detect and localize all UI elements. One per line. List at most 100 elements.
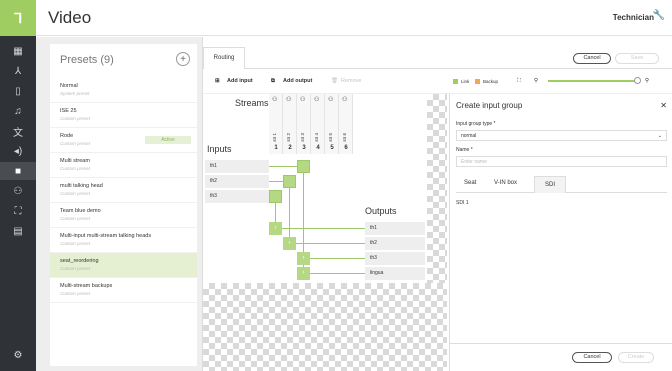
preset-item[interactable]: ISE 25 Custom preset xyxy=(50,103,197,128)
type-label: Input group type * xyxy=(456,121,496,127)
type-value: normal xyxy=(461,133,477,139)
stream-column[interactable]: ⚇ str 3 3 xyxy=(297,94,311,154)
preset-item[interactable]: Multi-input multi-stream talking heads C… xyxy=(50,228,197,253)
users-icon[interactable]: ⚇ xyxy=(0,182,36,200)
input-row-label[interactable]: th2 xyxy=(205,175,269,188)
link-line xyxy=(303,273,365,274)
add-preset-button[interactable]: + xyxy=(176,52,190,66)
type-select[interactable]: normal ⌄ xyxy=(456,130,667,141)
group-icon: ⚇ xyxy=(272,97,278,103)
crosspoint-cell[interactable] xyxy=(297,160,310,173)
logo-icon[interactable]: ᒣ xyxy=(0,0,36,36)
zoom-out-icon[interactable]: ⚲ xyxy=(534,78,538,84)
zoom-slider-handle[interactable] xyxy=(634,77,641,84)
tab-sdi[interactable]: SDI xyxy=(534,176,566,193)
crosspoint-cell[interactable] xyxy=(283,175,296,188)
output-crosspoint-cell[interactable]: › xyxy=(297,252,310,265)
preset-name: Multi-stream backups xyxy=(60,283,113,289)
preset-type: Custom preset xyxy=(60,141,90,146)
preset-item[interactable]: Multi-stream backups Custom preset xyxy=(50,278,197,303)
stream-column[interactable]: ⚇ str 5 5 xyxy=(325,94,339,154)
add-input-button[interactable]: Add input xyxy=(227,78,253,84)
create-button[interactable]: Create xyxy=(618,352,654,363)
user-name[interactable]: Technician xyxy=(613,13,654,22)
audio-icon[interactable]: ♫ xyxy=(0,102,36,120)
translate-icon[interactable]: 文 xyxy=(0,122,36,140)
seat-icon[interactable]: ⛶ xyxy=(0,202,36,220)
output-crosspoint-cell[interactable]: › xyxy=(269,222,282,235)
input-row-label[interactable]: th3 xyxy=(205,190,269,203)
close-icon[interactable]: ✕ xyxy=(660,101,667,110)
name-input[interactable]: Enter name xyxy=(456,156,667,167)
link-line xyxy=(275,228,365,229)
sdi-list-item[interactable]: SDI 1 xyxy=(456,200,469,206)
link-line xyxy=(289,243,365,244)
name-label: Name * xyxy=(456,147,473,153)
device-icon[interactable]: ▯ xyxy=(0,82,36,100)
presets-panel: Presets (9) + Normal System preset ISE 2… xyxy=(36,37,202,371)
output-crosspoint-cell[interactable]: › xyxy=(297,267,310,280)
fullscreen-icon[interactable]: ⛶ xyxy=(517,78,521,85)
crosspoint-cell[interactable] xyxy=(269,190,282,203)
preset-type: Custom preset xyxy=(60,216,90,221)
stream-column[interactable]: ⚇ str 2 2 xyxy=(283,94,297,154)
preset-item[interactable]: Rode Custom preset Active xyxy=(50,128,197,153)
canvas-background xyxy=(203,283,447,371)
preset-item[interactable]: Multi stream Custom preset xyxy=(50,153,197,178)
preset-name: Normal xyxy=(60,83,78,89)
chevron-down-icon: ⌄ xyxy=(657,133,662,139)
output-row-label[interactable]: th1 xyxy=(365,222,425,235)
stream-column[interactable]: ⚇ str 4 4 xyxy=(311,94,325,154)
panel-title: Create input group xyxy=(456,101,523,110)
canvas-background xyxy=(427,94,447,283)
streams-label: Streams xyxy=(235,98,269,108)
input-row-label[interactable]: th1 xyxy=(205,160,269,173)
output-row-label[interactable]: lingua xyxy=(365,267,425,280)
presets-card: Presets (9) + Normal System preset ISE 2… xyxy=(50,44,197,366)
trash-icon: 🗑 xyxy=(331,78,338,84)
preset-item[interactable]: Team blue demo Custom preset xyxy=(50,203,197,228)
link-swatch xyxy=(453,79,458,84)
tab-vin-box[interactable]: V-IN box xyxy=(494,180,517,186)
wrench-icon[interactable]: 🔧 xyxy=(653,10,665,21)
output-row-label[interactable]: th3 xyxy=(365,252,425,265)
outputs-label: Outputs xyxy=(365,206,397,216)
backup-legend: Backup xyxy=(483,79,499,84)
preset-type: Custom preset xyxy=(60,116,90,121)
add-output-button[interactable]: Add output xyxy=(283,78,312,84)
top-bar: Video Technician 🔧 xyxy=(36,0,672,36)
page-title: Video xyxy=(48,8,92,27)
link-line xyxy=(289,187,290,243)
cancel-button[interactable]: Cancel xyxy=(573,53,611,64)
stream-label: str 3 xyxy=(300,133,305,142)
gear-icon[interactable]: ⚙ xyxy=(0,346,36,364)
network-icon[interactable]: ⅄ xyxy=(0,62,36,80)
preset-item[interactable]: multi talking head Custom preset xyxy=(50,178,197,203)
document-icon[interactable]: ▤ xyxy=(0,222,36,240)
panel-footer: Cancel Create xyxy=(450,343,672,371)
output-row-label[interactable]: th2 xyxy=(365,237,425,250)
save-button[interactable]: Save xyxy=(615,53,659,64)
create-input-group-panel: Create input group ✕ Input group type * … xyxy=(449,94,672,371)
tab-seat[interactable]: Seat xyxy=(464,180,476,186)
preset-name: Rode xyxy=(60,133,74,139)
stream-label: str 2 xyxy=(286,133,291,142)
group-icon: ⚇ xyxy=(300,97,306,103)
zoom-in-icon[interactable]: ⚲ xyxy=(645,78,649,84)
remove-button[interactable]: Remove xyxy=(341,78,361,84)
preset-name: ISE 25 xyxy=(60,108,77,114)
video-icon[interactable]: ■ xyxy=(0,162,36,180)
stream-column[interactable]: ⚇ str 6 6 xyxy=(339,94,353,154)
preset-item[interactable]: Normal System preset xyxy=(50,78,197,103)
apps-icon[interactable]: ▦ xyxy=(0,42,36,60)
panel-cancel-button[interactable]: Cancel xyxy=(572,352,612,363)
stream-column[interactable]: ⚇ str 1 1 xyxy=(269,94,283,154)
link-legend: Link xyxy=(461,79,470,84)
tab-routing[interactable]: Routing xyxy=(203,47,245,69)
zoom-slider[interactable] xyxy=(548,80,635,82)
speaker-icon[interactable]: ◂) xyxy=(0,142,36,160)
stream-number: 3 xyxy=(302,145,306,151)
preset-item-selected[interactable]: seat_reordering Custom preset xyxy=(50,253,197,278)
output-crosspoint-cell[interactable]: › xyxy=(283,237,296,250)
stream-number: 2 xyxy=(288,145,292,151)
